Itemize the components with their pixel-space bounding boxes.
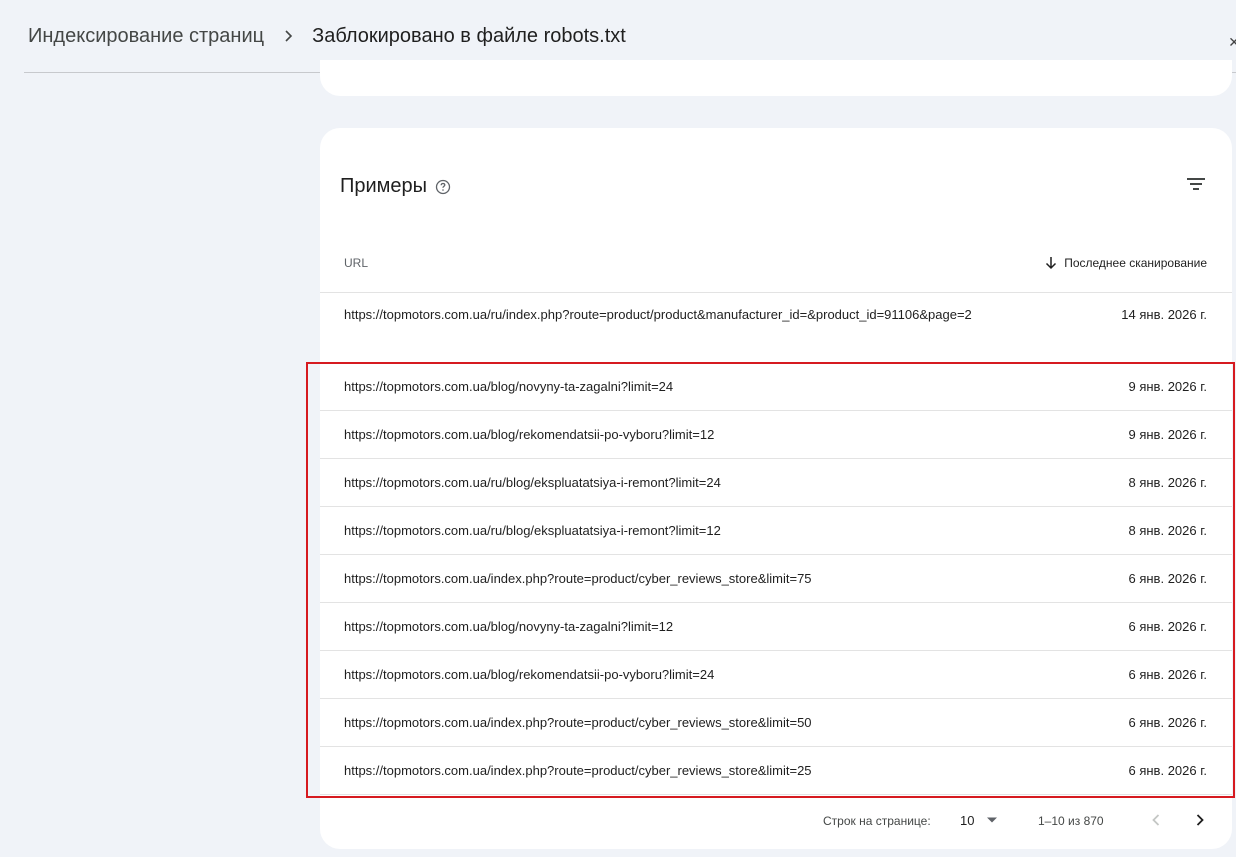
header-edge-icon[interactable]: ✕ bbox=[1228, 34, 1236, 51]
chevron-right-icon bbox=[274, 22, 302, 50]
breadcrumb-parent[interactable]: Индексирование страниц bbox=[28, 25, 264, 48]
row-url[interactable]: https://topmotors.com.ua/index.php?route… bbox=[344, 713, 984, 733]
table-row[interactable]: https://topmotors.com.ua/ru/index.php?ro… bbox=[320, 293, 1232, 363]
chevron-left-icon[interactable] bbox=[1144, 808, 1168, 832]
examples-title: Примеры bbox=[340, 175, 451, 198]
table-row[interactable]: https://topmotors.com.ua/blog/novyny-ta-… bbox=[320, 603, 1232, 651]
table-row[interactable]: https://topmotors.com.ua/index.php?route… bbox=[320, 555, 1232, 603]
caret-down-icon bbox=[987, 817, 998, 823]
row-url[interactable]: https://topmotors.com.ua/index.php?route… bbox=[344, 569, 984, 589]
row-date: 6 янв. 2026 г. bbox=[1128, 571, 1208, 586]
row-url[interactable]: https://topmotors.com.ua/blog/novyny-ta-… bbox=[344, 377, 984, 397]
row-date: 6 янв. 2026 г. bbox=[1128, 763, 1208, 778]
previous-card bbox=[320, 60, 1232, 96]
filter-list-icon[interactable] bbox=[1182, 170, 1210, 198]
row-date: 9 янв. 2026 г. bbox=[1128, 379, 1208, 394]
arrow-down-icon bbox=[1046, 257, 1057, 270]
column-header-last-crawl-label: Последнее сканирование bbox=[1064, 256, 1207, 270]
row-url[interactable]: https://topmotors.com.ua/index.php?route… bbox=[344, 761, 984, 781]
row-date: 8 янв. 2026 г. bbox=[1128, 523, 1208, 538]
examples-title-text: Примеры bbox=[340, 175, 428, 197]
row-date: 14 янв. 2026 г. bbox=[1121, 307, 1207, 322]
row-date: 6 янв. 2026 г. bbox=[1128, 619, 1208, 634]
row-url[interactable]: https://topmotors.com.ua/ru/blog/eksplua… bbox=[344, 473, 984, 493]
row-date: 9 янв. 2026 г. bbox=[1128, 427, 1208, 442]
pagination-range: 1–10 из 870 bbox=[1038, 814, 1104, 828]
pagination: Строк на странице: 10 1–10 из 870 bbox=[320, 808, 1232, 832]
table-row[interactable]: https://topmotors.com.ua/blog/rekomendat… bbox=[320, 411, 1232, 459]
row-date: 6 янв. 2026 г. bbox=[1128, 715, 1208, 730]
column-header-url: URL bbox=[344, 256, 369, 270]
row-url[interactable]: https://topmotors.com.ua/ru/index.php?ro… bbox=[344, 305, 984, 325]
rows-per-page-value: 10 bbox=[960, 812, 975, 828]
chevron-right-icon[interactable] bbox=[1188, 808, 1212, 832]
rows-per-page-label: Строк на странице: bbox=[823, 814, 931, 828]
table-row[interactable]: https://topmotors.com.ua/index.php?route… bbox=[320, 747, 1232, 795]
table-row[interactable]: https://topmotors.com.ua/blog/novyny-ta-… bbox=[320, 363, 1232, 411]
row-url[interactable]: https://topmotors.com.ua/ru/blog/eksplua… bbox=[344, 521, 984, 541]
examples-card: Примеры URL Последнее сканирование https… bbox=[320, 128, 1232, 849]
table-row[interactable]: https://topmotors.com.ua/blog/rekomendat… bbox=[320, 651, 1232, 699]
row-date: 6 янв. 2026 г. bbox=[1128, 667, 1208, 682]
examples-table: https://topmotors.com.ua/ru/index.php?ro… bbox=[320, 293, 1232, 795]
column-header-last-crawl[interactable]: Последнее сканирование bbox=[1045, 256, 1207, 270]
row-date: 8 янв. 2026 г. bbox=[1128, 475, 1208, 490]
help-circle-icon[interactable] bbox=[435, 179, 451, 195]
row-url[interactable]: https://topmotors.com.ua/blog/rekomendat… bbox=[344, 425, 984, 445]
row-url[interactable]: https://topmotors.com.ua/blog/novyny-ta-… bbox=[344, 617, 984, 637]
rows-per-page-select[interactable]: 10 bbox=[960, 808, 1008, 832]
table-row[interactable]: https://topmotors.com.ua/ru/blog/eksplua… bbox=[320, 459, 1232, 507]
breadcrumb-current: Заблокировано в файле robots.txt bbox=[312, 24, 626, 47]
table-row[interactable]: https://topmotors.com.ua/index.php?route… bbox=[320, 699, 1232, 747]
row-url[interactable]: https://topmotors.com.ua/blog/rekomendat… bbox=[344, 665, 984, 685]
table-row[interactable]: https://topmotors.com.ua/ru/blog/eksplua… bbox=[320, 507, 1232, 555]
